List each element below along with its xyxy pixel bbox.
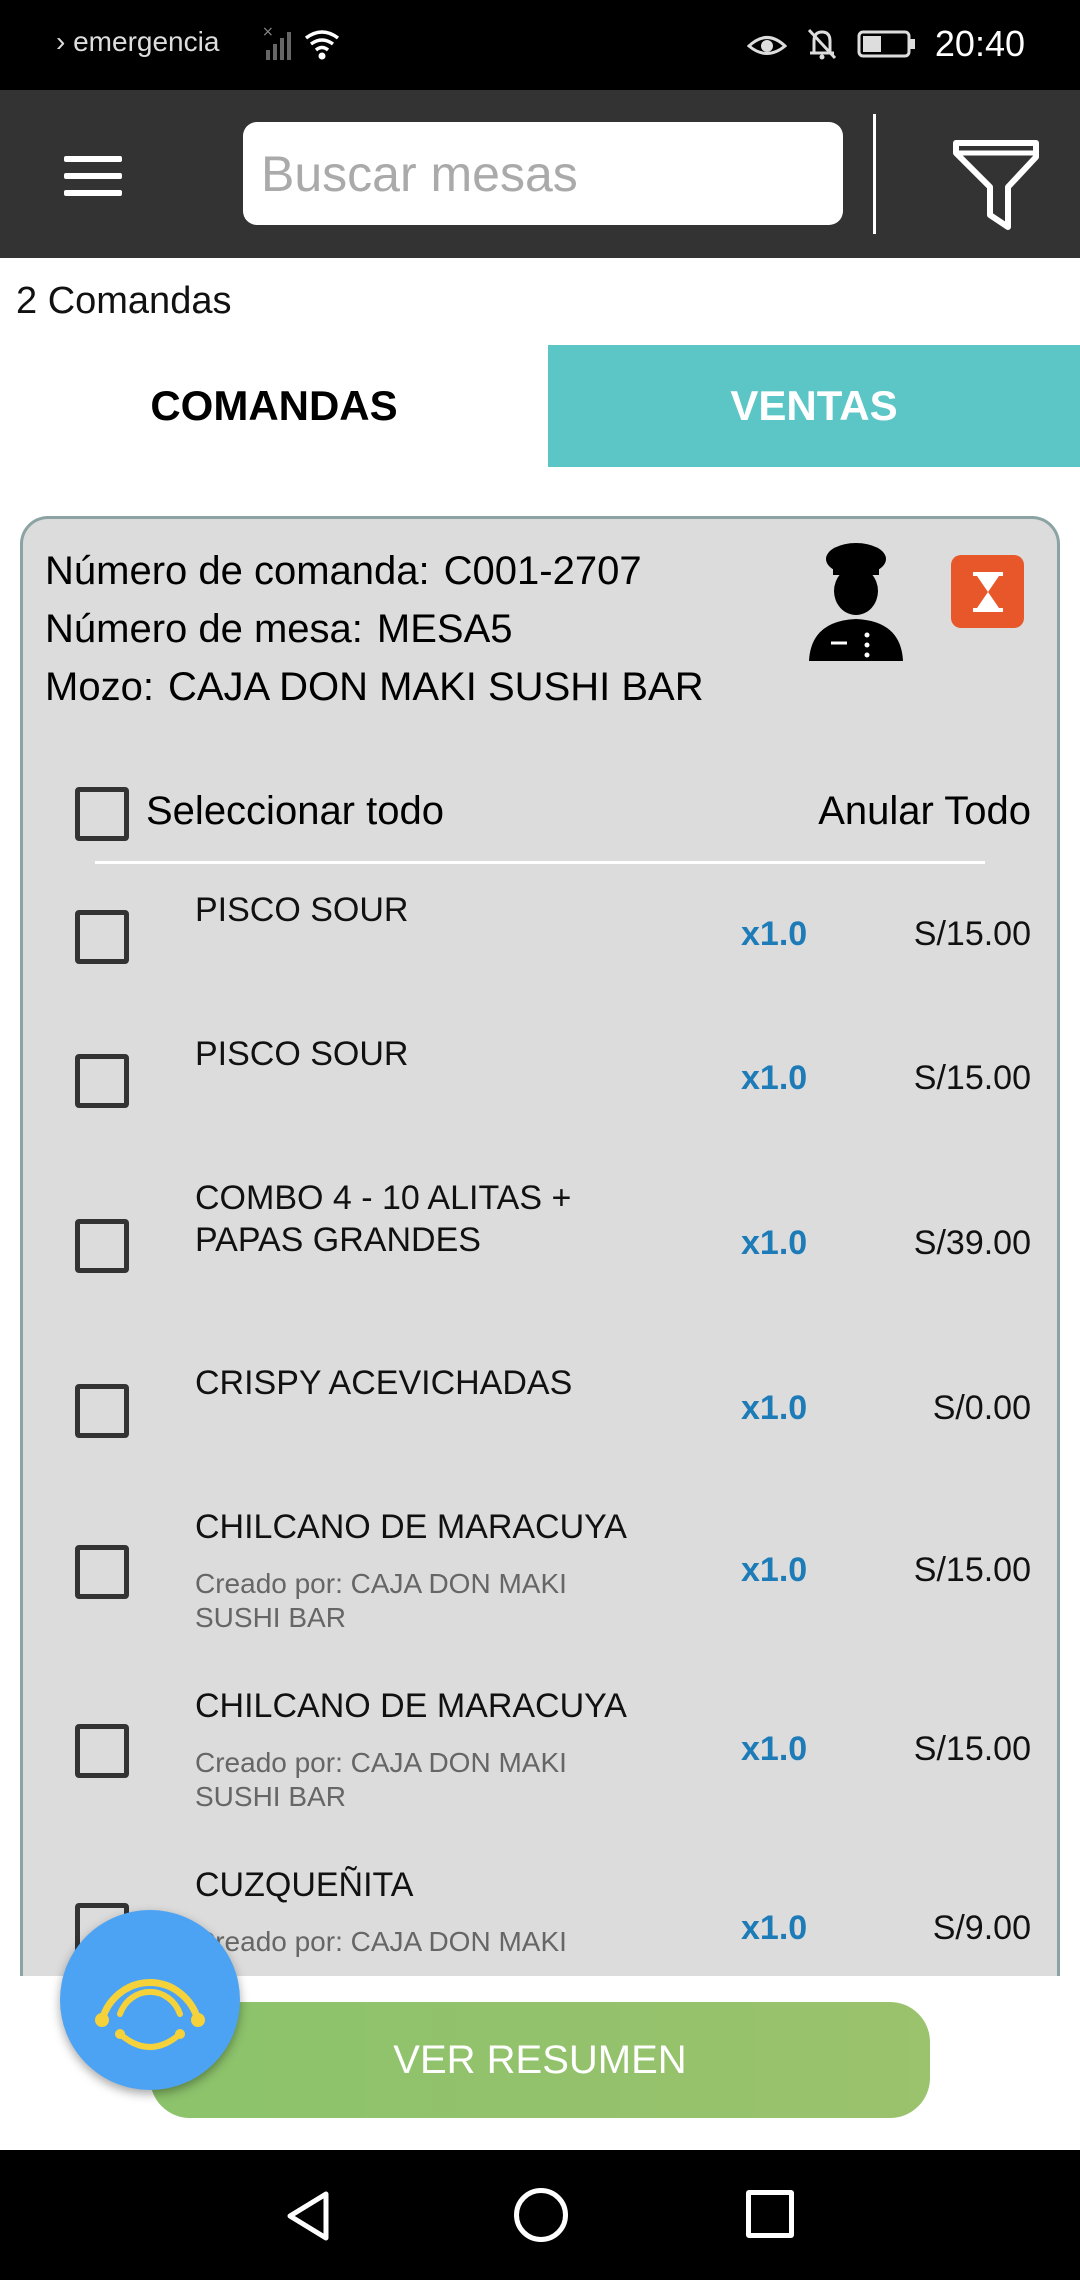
filter-icon[interactable] bbox=[950, 135, 1042, 235]
item-checkbox[interactable] bbox=[75, 1545, 129, 1599]
item-name: PISCO SOUR bbox=[195, 891, 409, 929]
item-name: CUZQUEÑITA bbox=[195, 1866, 414, 1904]
back-icon[interactable] bbox=[282, 2188, 338, 2244]
item-qty: x1.0 bbox=[741, 1551, 808, 1589]
tab-ventas[interactable]: VENTAS bbox=[548, 345, 1080, 467]
system-nav-bar bbox=[0, 2150, 1080, 2280]
tab-comandas[interactable]: COMANDAS bbox=[0, 345, 548, 467]
waiter-label: Mozo: bbox=[45, 665, 154, 709]
select-all-checkbox[interactable] bbox=[75, 787, 129, 841]
item-name: CHILCANO DE MARACUYA bbox=[195, 1508, 627, 1546]
carrier-text: › emergencia bbox=[56, 26, 220, 57]
table-number-label: Número de mesa: bbox=[45, 607, 363, 651]
clock-text: 20:40 bbox=[934, 23, 1025, 64]
item-qty: x1.0 bbox=[741, 1730, 808, 1768]
anular-todo-button[interactable]: Anular Todo bbox=[818, 789, 1031, 834]
item-qty: x1.0 bbox=[741, 915, 808, 953]
item-name: CRISPY ACEVICHADAS bbox=[195, 1364, 573, 1402]
home-icon[interactable] bbox=[514, 2188, 568, 2242]
item-qty: x1.0 bbox=[741, 1059, 808, 1097]
item-checkbox[interactable] bbox=[75, 1384, 129, 1438]
item-checkbox[interactable] bbox=[75, 1724, 129, 1778]
item-price: S/15.00 bbox=[913, 1059, 1031, 1097]
menu-icon[interactable] bbox=[58, 148, 128, 204]
order-number-value: C001-2707 bbox=[443, 549, 642, 593]
waiter-value: CAJA DON MAKI SUSHI BAR bbox=[167, 665, 704, 709]
chef-icon bbox=[809, 543, 903, 661]
item-name: COMBO 4 - 10 ALITAS + PAPAS GRANDES bbox=[195, 1179, 572, 1259]
item-checkbox[interactable] bbox=[75, 1219, 129, 1273]
select-all-label: Seleccionar todo bbox=[146, 789, 444, 833]
item-checkbox[interactable] bbox=[75, 1054, 129, 1108]
assistant-fab[interactable] bbox=[60, 1910, 240, 2090]
ver-resumen-button[interactable]: VER RESUMEN bbox=[150, 2002, 930, 2118]
item-price: S/0.00 bbox=[932, 1389, 1031, 1427]
status-right: 20:40 bbox=[746, 18, 1025, 70]
svg-text:×: × bbox=[262, 24, 274, 40]
item-created-by: Creado por: CAJA DON MAKI bbox=[195, 1926, 567, 1957]
item-price: S/9.00 bbox=[932, 1909, 1031, 1947]
header-separator bbox=[95, 861, 985, 864]
item-qty: x1.0 bbox=[741, 1389, 808, 1427]
item-name: PISCO SOUR bbox=[195, 1035, 409, 1073]
item-qty: x1.0 bbox=[741, 1224, 808, 1262]
waiter-row: Mozo: CAJA DON MAKI SUSHI BAR bbox=[45, 665, 704, 710]
hourglass-icon bbox=[972, 571, 1003, 612]
table-number-value: MESA5 bbox=[376, 607, 513, 651]
recents-icon[interactable] bbox=[746, 2190, 794, 2238]
timer-button[interactable] bbox=[951, 555, 1024, 628]
item-price: S/15.00 bbox=[913, 1730, 1031, 1768]
item-created-by: Creado por: CAJA DON MAKI SUSHI BAR bbox=[195, 1568, 567, 1633]
comandas-count: 2 Comandas bbox=[16, 280, 232, 322]
status-bar: › emergencia × 20:40 bbox=[0, 0, 1080, 90]
app-bar bbox=[0, 90, 1080, 258]
item-price: S/15.00 bbox=[913, 915, 1031, 953]
signal-wifi-icon: × bbox=[262, 24, 340, 60]
headset-icon bbox=[95, 1979, 205, 2050]
mute-bell-icon bbox=[807, 28, 837, 60]
table-number-row: Número de mesa: MESA5 bbox=[45, 607, 513, 652]
order-number-label: Número de comanda: bbox=[45, 549, 430, 593]
search-input[interactable] bbox=[243, 122, 843, 225]
item-name: CHILCANO DE MARACUYA bbox=[195, 1687, 627, 1725]
item-price: S/39.00 bbox=[913, 1224, 1031, 1262]
order-number-row: Número de comanda: C001-2707 bbox=[45, 549, 642, 594]
item-created-by: Creado por: CAJA DON MAKI SUSHI BAR bbox=[195, 1747, 567, 1812]
item-checkbox[interactable] bbox=[75, 910, 129, 964]
order-card: Número de comanda: C001-2707 Número de me… bbox=[20, 516, 1060, 1976]
appbar-divider bbox=[873, 114, 876, 234]
item-qty: x1.0 bbox=[741, 1909, 808, 1947]
item-price: S/15.00 bbox=[913, 1551, 1031, 1589]
app-root: › emergencia × 20:40 Buscar mesas 2 Coma… bbox=[0, 0, 1080, 2280]
eye-comfort-icon bbox=[746, 36, 787, 55]
battery-icon bbox=[857, 30, 915, 58]
